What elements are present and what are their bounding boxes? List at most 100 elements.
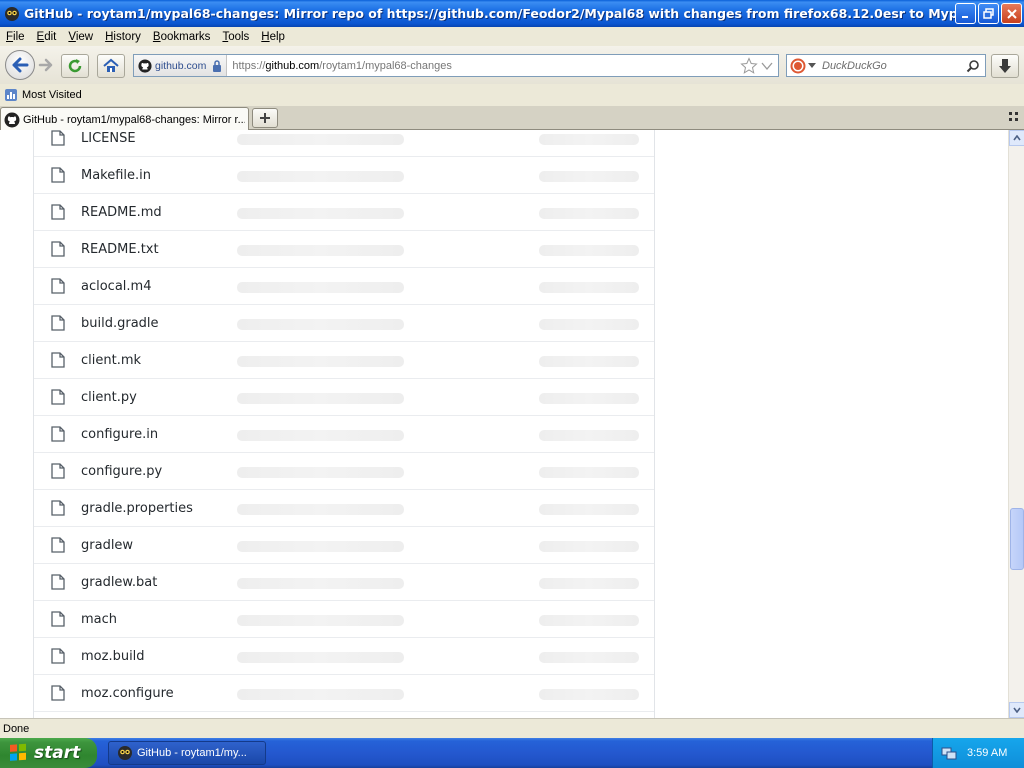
file-row[interactable]: mach	[34, 601, 654, 638]
file-row[interactable]: client.py	[34, 379, 654, 416]
commit-date-placeholder	[539, 319, 639, 330]
file-row[interactable]: moz.configure	[34, 675, 654, 712]
scroll-thumb[interactable]	[1010, 508, 1024, 570]
commit-message-placeholder	[237, 578, 404, 589]
forward-button[interactable]	[36, 56, 56, 74]
file-name-link[interactable]: gradlew.bat	[81, 575, 157, 590]
download-arrow-icon	[999, 59, 1011, 73]
file-row[interactable]: moz.build	[34, 638, 654, 675]
tab-list-icon[interactable]	[1009, 112, 1019, 122]
file-name-link[interactable]: client.mk	[81, 353, 141, 368]
file-name-link[interactable]: moz.build	[81, 649, 145, 664]
bookmark-most-visited[interactable]: Most Visited	[4, 88, 82, 102]
file-name-link[interactable]: configure.in	[81, 427, 158, 442]
commit-message-placeholder	[237, 319, 404, 330]
file-name-link[interactable]: aclocal.m4	[81, 279, 151, 294]
vertical-scrollbar[interactable]	[1008, 130, 1024, 718]
plus-icon	[260, 113, 270, 123]
file-icon	[51, 611, 65, 627]
file-row[interactable]: LICENSE	[34, 130, 654, 157]
search-icon[interactable]	[966, 59, 980, 73]
menu-file[interactable]: File	[0, 31, 31, 43]
file-row[interactable]: Makefile.in	[34, 157, 654, 194]
scroll-down-button[interactable]	[1009, 702, 1024, 718]
file-name-link[interactable]: gradle.properties	[81, 501, 193, 516]
menu-edit[interactable]: Edit	[31, 31, 63, 43]
menu-bookmarks[interactable]: Bookmarks	[147, 31, 217, 43]
bookmark-star-icon[interactable]	[740, 56, 758, 75]
chevron-up-icon	[1013, 135, 1021, 141]
taskbar-window-button[interactable]: GitHub - roytam1/my...	[108, 741, 266, 765]
file-row[interactable]: client.mk	[34, 342, 654, 379]
menu-help[interactable]: Help	[255, 31, 291, 43]
tab-github[interactable]: GitHub - roytam1/mypal68-changes: Mirror…	[0, 107, 249, 131]
file-row[interactable]: configure.py	[34, 453, 654, 490]
file-row[interactable]: gradlew	[34, 527, 654, 564]
menu-history[interactable]: History	[99, 31, 147, 43]
file-name-link[interactable]: Makefile.in	[81, 168, 151, 183]
duckduckgo-icon[interactable]	[790, 58, 806, 74]
file-name-link[interactable]: client.py	[81, 390, 137, 405]
start-button[interactable]: start	[0, 738, 97, 768]
minimize-button[interactable]	[955, 3, 976, 24]
downloads-button[interactable]	[991, 54, 1019, 78]
mypal-taskbar-icon	[118, 746, 132, 760]
commit-date-placeholder	[539, 504, 639, 515]
file-name-link[interactable]: configure.py	[81, 464, 162, 479]
commit-date-placeholder	[539, 356, 639, 367]
bookmarks-toolbar: Most Visited	[0, 84, 1024, 106]
file-icon	[51, 204, 65, 220]
file-row[interactable]: build.gradle	[34, 305, 654, 342]
file-row[interactable]: gradle.properties	[34, 490, 654, 527]
file-icon	[51, 648, 65, 664]
file-row[interactable]: configure.in	[34, 416, 654, 453]
file-name-link[interactable]: README.txt	[81, 242, 159, 257]
reload-button[interactable]	[61, 54, 89, 78]
scroll-up-button[interactable]	[1009, 130, 1024, 146]
file-name-link[interactable]: mach	[81, 612, 117, 627]
commit-message-placeholder	[237, 615, 404, 626]
commit-message-placeholder	[237, 171, 404, 182]
file-icon	[51, 500, 65, 516]
new-tab-button[interactable]	[252, 108, 278, 128]
search-engine-dropdown-icon[interactable]	[808, 62, 816, 69]
commit-message-placeholder	[237, 282, 404, 293]
search-bar[interactable]: DuckDuckGo	[786, 54, 986, 77]
restore-button[interactable]	[978, 3, 999, 24]
system-tray: 3:59 AM	[932, 738, 1024, 768]
url-text[interactable]: https://github.com/roytam1/mypal68-chang…	[232, 60, 740, 72]
file-row[interactable]: gradlew.bat	[34, 564, 654, 601]
network-icon[interactable]	[941, 745, 957, 761]
close-button[interactable]	[1001, 3, 1022, 24]
search-placeholder: DuckDuckGo	[822, 59, 887, 72]
github-icon	[138, 58, 152, 73]
page-content: LICENSE Makefile.in README.md README.txt…	[0, 130, 1008, 718]
file-row[interactable]: aclocal.m4	[34, 268, 654, 305]
file-name-link[interactable]: moz.configure	[81, 686, 174, 701]
url-bar[interactable]: github.com https://github.com/roytam1/my…	[133, 54, 779, 77]
menu-view[interactable]: View	[62, 31, 99, 43]
commit-date-placeholder	[539, 208, 639, 219]
file-name-link[interactable]: gradlew	[81, 538, 133, 553]
menu-tools[interactable]: Tools	[216, 31, 255, 43]
windows-logo-icon	[10, 743, 26, 761]
file-name-link[interactable]: LICENSE	[81, 131, 136, 146]
start-label: start	[34, 743, 81, 763]
file-name-link[interactable]: README.md	[81, 205, 162, 220]
file-icon	[51, 537, 65, 553]
file-row[interactable]: README.md	[34, 194, 654, 231]
file-row[interactable]: README.txt	[34, 231, 654, 268]
site-identity-button[interactable]: github.com	[134, 55, 228, 76]
taskbar-window-label: GitHub - roytam1/my...	[137, 747, 247, 759]
lock-icon	[213, 59, 222, 72]
commit-message-placeholder	[237, 208, 404, 219]
title-bar[interactable]: GitHub - roytam1/mypal68-changes: Mirror…	[0, 0, 1024, 27]
back-arrow-icon	[12, 57, 29, 73]
url-dropdown-icon[interactable]	[760, 61, 774, 71]
back-button[interactable]	[5, 50, 35, 80]
home-button[interactable]	[97, 54, 125, 78]
file-icon	[51, 389, 65, 405]
file-icon	[51, 574, 65, 590]
file-name-link[interactable]: build.gradle	[81, 316, 159, 331]
commit-date-placeholder	[539, 134, 639, 145]
